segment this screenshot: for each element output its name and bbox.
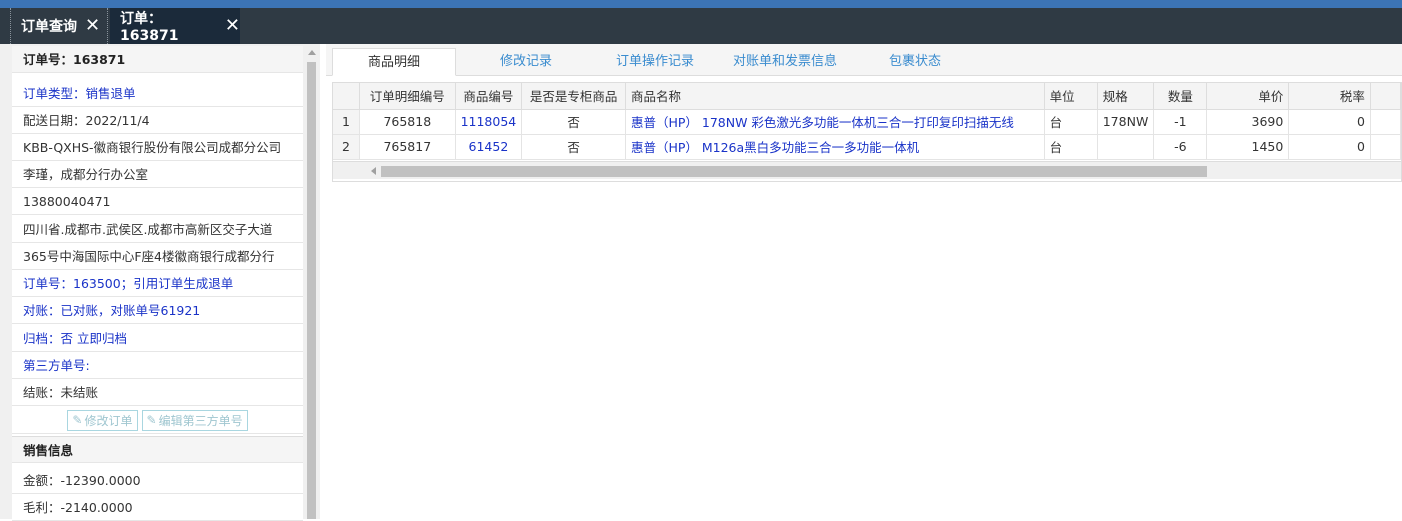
tab-order-detail[interactable]: 订单：163871 ✕ [110, 8, 240, 44]
edit-order-button[interactable]: ✎ 修改订单 [67, 409, 138, 431]
company-name: KBB-QXHS-徽商银行股份有限公司成都分公司 [12, 134, 303, 161]
quantity: -1 [1153, 109, 1208, 135]
phone-number: 13880040471 [12, 188, 303, 215]
product-name-link[interactable]: 惠普（HP） M126a黑白多功能三合一多功能一体机 [625, 134, 1045, 160]
close-icon[interactable]: ✕ [85, 17, 100, 35]
sales-info-heading: 销售信息 [12, 436, 303, 463]
close-icon[interactable]: ✕ [225, 17, 240, 35]
edit-third-party-button[interactable]: ✎ 编辑第三方单号 [141, 409, 248, 431]
column-header [333, 83, 361, 110]
unit: 台 [1044, 134, 1098, 160]
order-type[interactable]: 订单类型：销售退单 [12, 80, 303, 107]
detail-id: 765818 [359, 109, 456, 135]
tab-statement-invoice[interactable]: 对账单和发票信息 [722, 48, 848, 76]
gross-profit: 毛利：-2140.0000 [12, 494, 303, 521]
column-header[interactable]: 是否是专柜商品 [521, 83, 626, 110]
column-header-filler [1370, 83, 1401, 110]
tab-modify-log[interactable]: 修改记录 [476, 48, 576, 76]
order-number-heading: 订单号：163871 [12, 46, 303, 73]
table-row[interactable]: 1 765818 1118054 否 惠普（HP） 178NW 彩色激光多功能一… [333, 109, 1401, 135]
column-header[interactable]: 商品名称 [625, 83, 1045, 110]
unit-price: 3690 [1206, 109, 1290, 135]
scrollbar-thumb[interactable] [307, 62, 316, 519]
product-grid: 订单明细编号 商品编号 是否是专柜商品 商品名称 单位 规格 数量 单价 税率 … [332, 82, 1402, 182]
tab-operation-log[interactable]: 订单操作记录 [600, 48, 710, 76]
row-number: 1 [333, 109, 361, 135]
row-filler [1370, 109, 1401, 135]
archive-status[interactable]: 归档：否 立即归档 [12, 325, 303, 352]
edit-order-label: 修改订单 [84, 413, 133, 428]
column-header[interactable]: 数量 [1153, 83, 1208, 110]
order-actions: ✎ 修改订单 ✎ 编辑第三方单号 [12, 407, 303, 434]
tax-rate: 0 [1288, 109, 1371, 135]
left-strip [0, 44, 10, 519]
order-info-content: 订单号：163871 订单类型：销售退单 配送日期：2022/11/4 KBB-… [12, 46, 303, 521]
column-header[interactable]: 税率 [1288, 83, 1371, 110]
tab-package-status[interactable]: 包裹状态 [872, 48, 958, 76]
edit-icon: ✎ [146, 413, 157, 427]
product-id-link[interactable]: 61452 [455, 134, 523, 160]
spec [1097, 134, 1155, 160]
scroll-up-icon[interactable] [308, 50, 316, 55]
tax-rate: 0 [1288, 134, 1371, 160]
settle-status: 结账：未结账 [12, 379, 303, 406]
quantity: -6 [1153, 134, 1208, 160]
table-row[interactable]: 2 765817 61452 否 惠普（HP） M126a黑白多功能三合一多功能… [333, 134, 1401, 160]
top-accent-bar [0, 0, 1402, 8]
tab-label: 订单：163871 [120, 11, 179, 44]
column-header[interactable]: 单位 [1044, 83, 1098, 110]
main-panel: 商品明细 修改记录 订单操作记录 对账单和发票信息 包裹状态 订单明细编号 商品… [326, 44, 1402, 519]
row-number: 2 [333, 134, 361, 160]
column-header[interactable]: 单价 [1206, 83, 1290, 110]
detail-id: 765817 [359, 134, 456, 160]
tab-product-detail[interactable]: 商品明细 [332, 48, 456, 76]
edit-third-party-label: 编辑第三方单号 [158, 413, 243, 428]
is-counter-product: 否 [521, 109, 626, 135]
column-header[interactable]: 商品编号 [455, 83, 523, 110]
sales-amount: 金额：-12390.0000 [12, 467, 303, 494]
column-header[interactable]: 规格 [1097, 83, 1155, 110]
edit-icon: ✎ [72, 413, 83, 427]
unit: 台 [1044, 109, 1098, 135]
detail-subtabs: 商品明细 修改记录 订单操作记录 对账单和发票信息 包裹状态 [326, 44, 1402, 76]
unit-price: 1450 [1206, 134, 1290, 160]
product-name-link[interactable]: 惠普（HP） 178NW 彩色激光多功能一体机三合一打印复印扫描无线 [625, 109, 1045, 135]
address-line-1: 四川省.成都市.武侯区.成都市高新区交子大道 [12, 216, 303, 243]
third-party-order-no: 第三方单号: [12, 352, 303, 379]
tab-label: 订单查询 [21, 19, 77, 35]
is-counter-product: 否 [521, 134, 626, 160]
reference-order[interactable]: 订单号：163500；引用订单生成退单 [12, 270, 303, 297]
tab-bar: 订单查询 ✕ 订单：163871 ✕ [0, 8, 1402, 44]
left-vertical-scrollbar[interactable] [305, 46, 318, 519]
product-id-link[interactable]: 1118054 [455, 109, 523, 135]
delivery-date: 配送日期：2022/11/4 [12, 107, 303, 134]
contact-name: 李瑾，成都分行办公室 [12, 161, 303, 188]
address-line-2: 365号中海国际中心F座4楼徽商银行成都分行 [12, 243, 303, 270]
table-header-row: 订单明细编号 商品编号 是否是专柜商品 商品名称 单位 规格 数量 单价 税率 [333, 83, 1401, 110]
product-table: 订单明细编号 商品编号 是否是专柜商品 商品名称 单位 规格 数量 单价 税率 … [333, 83, 1401, 160]
column-header[interactable]: 订单明细编号 [359, 83, 456, 110]
horizontal-scrollbar[interactable] [333, 161, 1401, 179]
scrollbar-thumb[interactable] [381, 166, 1207, 177]
spec: 178NW [1097, 109, 1155, 135]
reconcile-status[interactable]: 对账：已对账，对账单号61921 [12, 297, 303, 324]
order-info-panel: 订单号：163871 订单类型：销售退单 配送日期：2022/11/4 KBB-… [0, 44, 320, 521]
tab-order-query[interactable]: 订单查询 ✕ [10, 8, 108, 44]
scroll-left-icon[interactable] [371, 167, 376, 175]
row-filler [1370, 134, 1401, 160]
